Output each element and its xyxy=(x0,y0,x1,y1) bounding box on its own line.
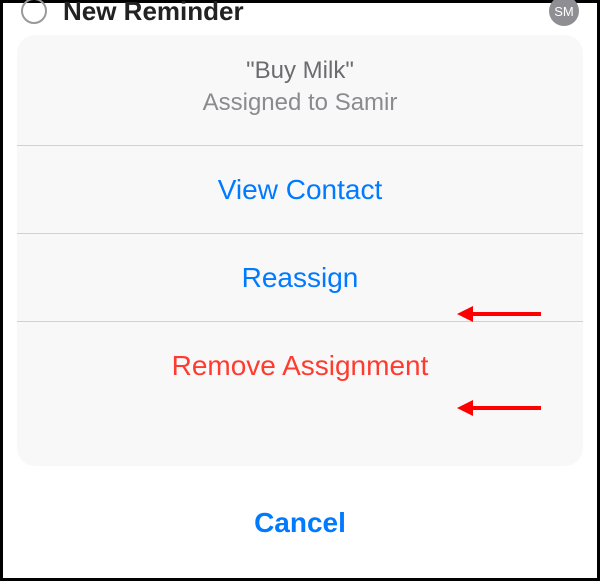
cancel-button[interactable]: Cancel xyxy=(17,480,583,566)
remove-assignment-button[interactable]: Remove Assignment xyxy=(17,322,583,409)
reminder-radio-icon xyxy=(21,0,47,24)
reassign-button[interactable]: Reassign xyxy=(17,234,583,321)
view-contact-label: View Contact xyxy=(218,174,382,206)
action-sheet-main: "Buy Milk" Assigned to Samir View Contac… xyxy=(17,35,583,466)
remove-assignment-label: Remove Assignment xyxy=(172,350,429,382)
view-contact-button[interactable]: View Contact xyxy=(17,146,583,233)
action-sheet: "Buy Milk" Assigned to Samir View Contac… xyxy=(17,35,583,566)
action-sheet-header: "Buy Milk" Assigned to Samir xyxy=(17,35,583,145)
reminder-row-background: New Reminder SM xyxy=(3,0,597,31)
avatar: SM xyxy=(549,0,579,26)
sheet-title: "Buy Milk" xyxy=(17,57,583,85)
cancel-label: Cancel xyxy=(254,507,346,539)
reassign-label: Reassign xyxy=(242,262,359,294)
sheet-subtitle: Assigned to Samir xyxy=(17,89,583,117)
reminder-row-title: New Reminder xyxy=(63,0,549,27)
